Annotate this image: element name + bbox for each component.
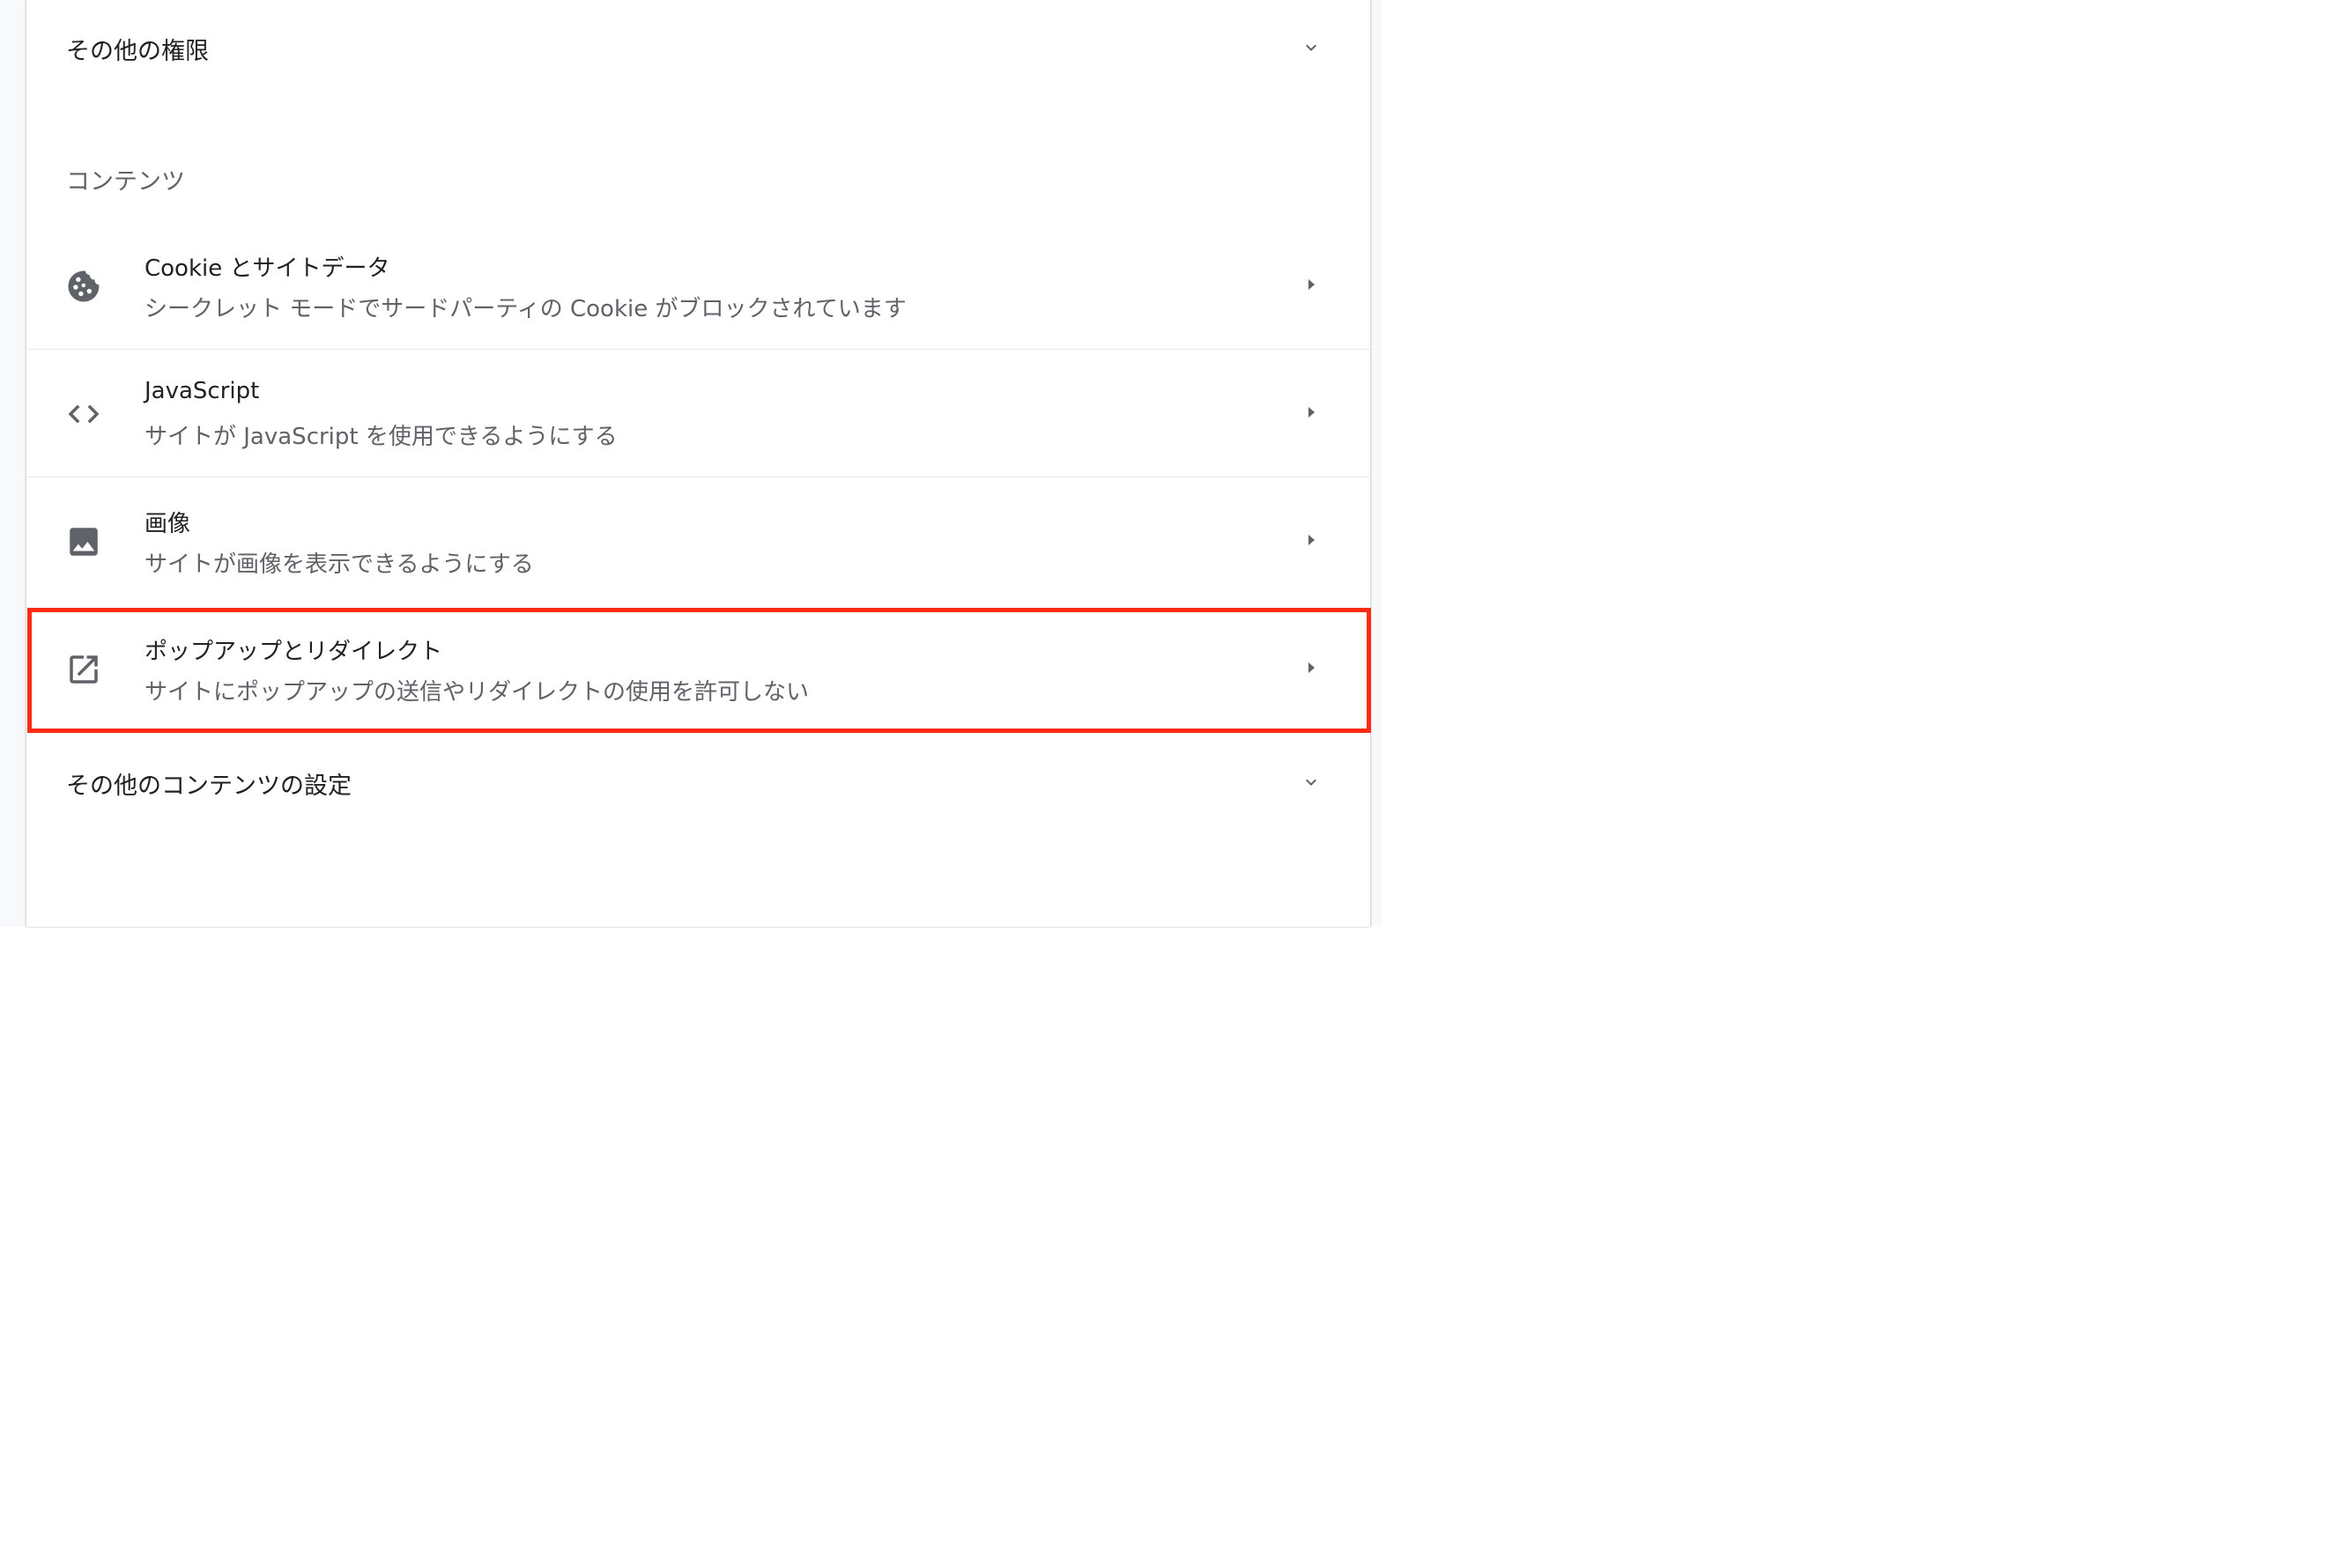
item-subtitle: サイトが JavaScript を使用できるようにする bbox=[145, 424, 618, 450]
popups-redirects-item[interactable]: ポップアップとリダイレクト サイトにポップアップの送信やリダイレクトの使用を許可… bbox=[26, 605, 1370, 732]
arrow-right-icon bbox=[1308, 279, 1315, 290]
chevron-down-icon[interactable] bbox=[1301, 772, 1322, 793]
more-content-settings-label: その他のコンテンツの設定 bbox=[66, 773, 352, 800]
arrow-right-icon bbox=[1308, 535, 1315, 545]
item-subtitle: シークレット モードでサードパーティの Cookie がブロックされています bbox=[145, 296, 907, 322]
arrow-right-icon bbox=[1308, 662, 1315, 673]
more-permissions-row[interactable]: その他の権限 bbox=[26, 0, 1370, 97]
images-item[interactable]: 画像 サイトが画像を表示できるようにする bbox=[26, 477, 1370, 604]
chevron-down-icon[interactable] bbox=[1301, 37, 1322, 58]
javascript-item[interactable]: JavaScript サイトが JavaScript を使用できるようにする bbox=[26, 350, 1370, 477]
cookies-site-data-item[interactable]: Cookie とサイトデータ シークレット モードでサードパーティの Cooki… bbox=[26, 222, 1370, 349]
item-title: 画像 bbox=[145, 511, 191, 537]
open-in-new-icon bbox=[70, 655, 98, 684]
item-title: ポップアップとリダイレクト bbox=[145, 639, 443, 665]
item-title: JavaScript bbox=[145, 378, 260, 404]
arrow-right-icon bbox=[1308, 407, 1315, 418]
code-icon bbox=[68, 404, 100, 424]
settings-card: その他の権限 コンテンツ Cookie とサイトデータ シークレット モードでサ… bbox=[26, 0, 1370, 927]
item-title: Cookie とサイトデータ bbox=[145, 255, 390, 282]
image-icon bbox=[70, 528, 98, 556]
content-section-title: コンテンツ bbox=[66, 168, 185, 196]
more-content-settings-row[interactable]: その他のコンテンツの設定 bbox=[26, 735, 1370, 832]
item-subtitle: サイトにポップアップの送信やリダイレクトの使用を許可しない bbox=[145, 679, 810, 706]
more-permissions-label: その他の権限 bbox=[66, 38, 209, 65]
item-subtitle: サイトが画像を表示できるようにする bbox=[145, 551, 534, 578]
cookie-icon bbox=[68, 270, 100, 302]
